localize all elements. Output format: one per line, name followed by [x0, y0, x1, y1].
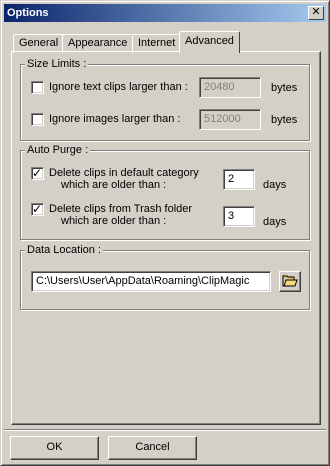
- delete-default-category-label-line2: which are older than :: [61, 179, 167, 191]
- data-location-legend: Data Location :: [25, 243, 103, 257]
- window-title: Options: [7, 7, 49, 19]
- ignore-images-label: Ignore images larger than :: [49, 113, 181, 125]
- ignore-text-clips-label: Ignore text clips larger than :: [49, 81, 188, 93]
- auto-purge-legend: Auto Purge :: [25, 143, 91, 157]
- cancel-button-label: Cancel: [135, 441, 170, 453]
- ok-button[interactable]: OK: [10, 436, 99, 460]
- tab-label: General: [19, 37, 59, 49]
- options-dialog: Options ✕ General Appearance Internet Ad…: [0, 0, 330, 466]
- advanced-tab-panel: Size Limits : Ignore text clips larger t…: [11, 51, 321, 425]
- tab-label: Advanced: [185, 35, 234, 47]
- trash-days-input[interactable]: 3: [223, 206, 255, 227]
- delete-trash-label-line2: which are older than :: [61, 215, 167, 227]
- browse-folder-button[interactable]: [279, 271, 301, 292]
- checkmark-icon: ✓: [32, 202, 43, 216]
- image-size-unit: bytes: [271, 114, 298, 126]
- delete-trash-checkbox[interactable]: ✓: [31, 202, 44, 216]
- tab-label: Internet: [138, 37, 176, 49]
- open-folder-icon: [282, 275, 298, 287]
- close-icon: ✕: [311, 6, 321, 18]
- auto-purge-group: Auto Purge : ✓ Delete clips in default c…: [20, 143, 310, 240]
- checkmark-icon: ✓: [32, 166, 43, 180]
- close-button[interactable]: ✕: [308, 6, 324, 20]
- delete-default-category-checkbox[interactable]: ✓: [31, 166, 44, 180]
- data-location-group: Data Location : C:\Users\User\AppData\Ro…: [20, 243, 310, 310]
- tab-label: Appearance: [68, 37, 128, 49]
- size-limits-group: Size Limits : Ignore text clips larger t…: [20, 57, 310, 141]
- ignore-text-clips-checkbox[interactable]: [31, 81, 44, 94]
- footer-separator: [4, 429, 326, 431]
- default-category-days-unit: days: [263, 179, 287, 191]
- data-location-path-input[interactable]: C:\Users\User\AppData\Roaming\ClipMagic: [31, 271, 271, 292]
- tab-advanced[interactable]: Advanced: [179, 31, 240, 53]
- text-clip-size-unit: bytes: [271, 82, 298, 94]
- image-size-input[interactable]: 512000: [199, 109, 261, 130]
- ignore-images-checkbox[interactable]: [31, 113, 44, 126]
- cancel-button[interactable]: Cancel: [108, 436, 197, 460]
- size-limits-legend: Size Limits :: [25, 57, 89, 71]
- default-category-days-input[interactable]: 2: [223, 169, 255, 190]
- title-bar[interactable]: Options ✕: [4, 4, 326, 22]
- text-clip-size-input[interactable]: 20480: [199, 77, 261, 98]
- trash-days-unit: days: [263, 216, 287, 228]
- ok-button-label: OK: [46, 441, 63, 453]
